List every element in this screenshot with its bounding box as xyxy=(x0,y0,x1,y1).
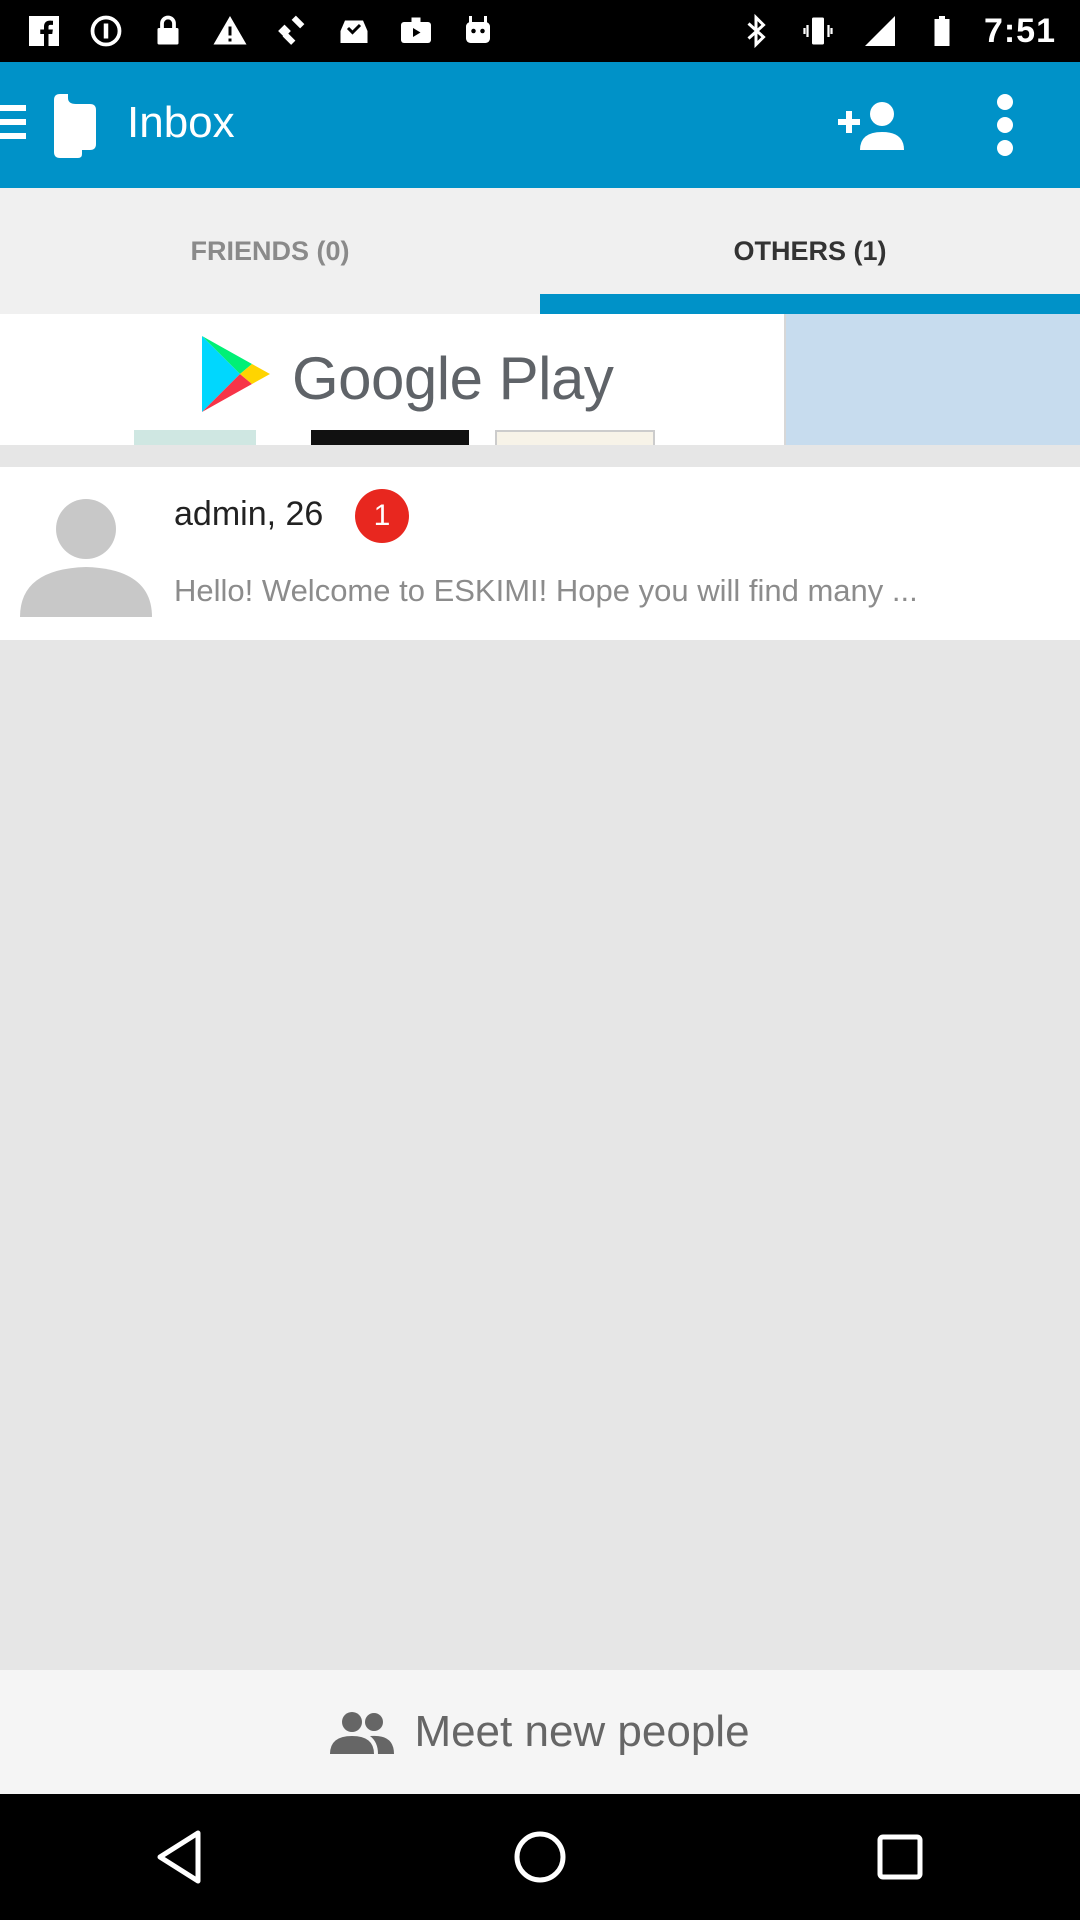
app-bar: Inbox xyxy=(0,62,1080,188)
eskimi-logo-icon[interactable] xyxy=(46,92,104,160)
home-icon[interactable] xyxy=(500,1817,580,1897)
status-time: 7:51 xyxy=(983,11,1056,50)
battery-icon xyxy=(922,11,962,51)
sender-name: admin, 26 xyxy=(174,495,324,533)
ad-thumbnail xyxy=(495,430,655,445)
meet-new-people-button[interactable]: Meet new people xyxy=(0,1670,1080,1794)
recents-icon[interactable] xyxy=(860,1817,940,1897)
bluetooth-icon xyxy=(736,11,776,51)
google-play-icon xyxy=(202,336,270,412)
signal-icon xyxy=(860,11,900,51)
facebook-icon xyxy=(24,11,64,51)
avatar xyxy=(20,499,152,617)
add-friend-icon[interactable] xyxy=(838,100,904,150)
ad-banner[interactable]: Google Play xyxy=(0,314,1080,445)
video-icon xyxy=(396,11,436,51)
system-nav-bar xyxy=(0,1794,1080,1920)
back-icon[interactable] xyxy=(140,1817,220,1897)
message-preview: Hello! Welcome to ESKIMI! Hope you will … xyxy=(174,573,918,608)
ad-image: Google Play xyxy=(0,314,786,445)
fake-gps-icon xyxy=(272,11,312,51)
warning-icon xyxy=(210,11,250,51)
data-saver-icon xyxy=(86,11,126,51)
page-title: Inbox xyxy=(127,98,235,147)
more-options-icon[interactable] xyxy=(990,94,1020,156)
people-icon xyxy=(330,1712,395,1754)
menu-icon[interactable] xyxy=(0,105,26,145)
ad-thumbnail xyxy=(134,430,256,445)
ad-text: Google Play xyxy=(292,345,614,412)
status-icons-right: 7:51 xyxy=(736,11,1056,51)
tab-selected-indicator xyxy=(540,294,1080,314)
status-bar: 7:51 xyxy=(0,0,1080,62)
message-list-item[interactable]: admin, 26 1 Hello! Welcome to ESKIMI! Ho… xyxy=(0,467,1080,640)
lock-icon xyxy=(148,11,188,51)
vibrate-icon xyxy=(798,11,838,51)
meet-new-people-label: Meet new people xyxy=(414,1707,750,1756)
tab-others[interactable]: OTHERS (1) xyxy=(540,188,1080,314)
inbox-check-icon xyxy=(334,11,374,51)
status-icons-left xyxy=(24,11,498,51)
tab-others-label: OTHERS (1) xyxy=(733,235,887,266)
ad-thumbnail xyxy=(311,430,469,445)
android-icon xyxy=(458,11,498,51)
tab-bar: FRIENDS (0) OTHERS (1) xyxy=(0,188,1080,314)
tab-friends[interactable]: FRIENDS (0) xyxy=(0,188,540,314)
unread-badge: 1 xyxy=(355,489,409,543)
